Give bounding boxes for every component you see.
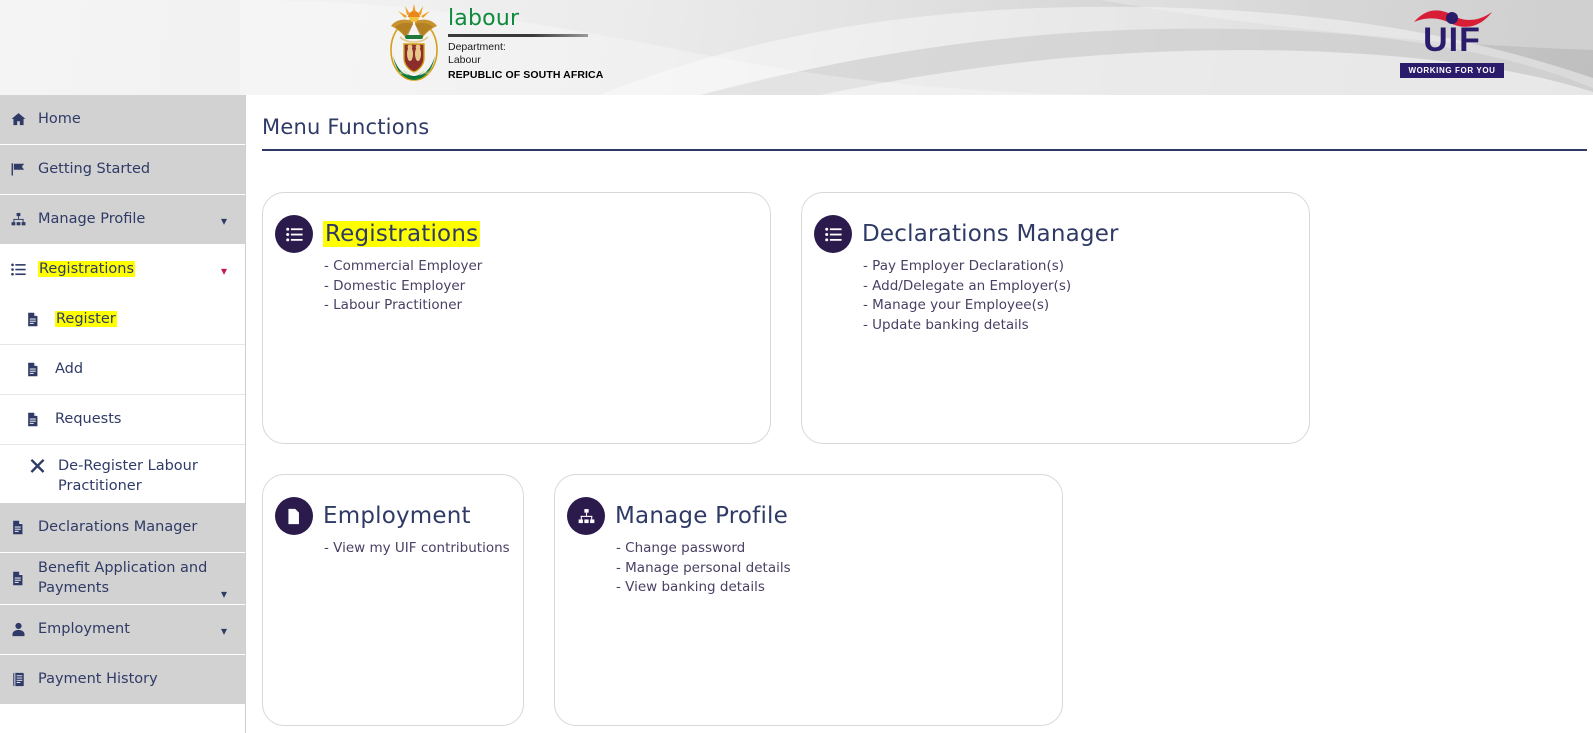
card-list-item[interactable]: - View my UIF contributions xyxy=(324,539,523,559)
sidebar-item-label: Manage Profile xyxy=(38,210,219,230)
menu-card[interactable]: Manage Profile - Change password- Manage … xyxy=(554,474,1063,726)
file-icon xyxy=(26,412,45,427)
menu-function-cards: Registrations - Commercial Employer- Dome… xyxy=(262,151,1593,726)
sidebar-item-label: Registrations xyxy=(38,260,219,280)
labour-brand: !KE E:/XARRA//KE labour Department: Labo… xyxy=(386,2,603,82)
uif-wordmark-icon: UIF xyxy=(1400,6,1504,58)
chevron-down-icon[interactable]: ▾ xyxy=(221,625,227,637)
card-list-item[interactable]: - Add/Delegate an Employer(s) xyxy=(863,277,1309,297)
user-icon xyxy=(11,622,30,637)
sidebar-item-getting-started[interactable]: Getting Started xyxy=(0,145,245,195)
card-item-list: - Pay Employer Declaration(s)- Add/Deleg… xyxy=(863,257,1309,335)
svg-text:!KE E:/XARRA//KE: !KE E:/XARRA//KE xyxy=(398,71,430,75)
sidebar-item-payment-history[interactable]: Payment History xyxy=(0,655,245,705)
card-header: Declarations Manager xyxy=(802,215,1309,253)
labour-wordmark: labour xyxy=(448,8,603,30)
card-title: Registrations xyxy=(323,221,480,247)
file-icon xyxy=(26,362,45,377)
file-icon xyxy=(11,571,30,586)
sidebar-item-registrations[interactable]: Registrations▾ xyxy=(0,245,245,295)
card-header: Registrations xyxy=(263,215,770,253)
main-content: Menu Functions Registrations - Commercial… xyxy=(246,95,1593,733)
sidebar-item-declarations-manager[interactable]: Declarations Manager xyxy=(0,503,245,553)
uif-logo: UIF WORKING FOR YOU xyxy=(1400,6,1504,78)
menu-card[interactable]: Registrations - Commercial Employer- Dome… xyxy=(262,192,771,444)
list-ul-icon xyxy=(814,215,852,253)
page-title: Menu Functions xyxy=(262,95,1593,149)
sidebar-item-home[interactable]: Home xyxy=(0,95,245,145)
sidebar-item-requests[interactable]: Requests xyxy=(0,395,245,445)
book-icon xyxy=(11,672,30,687)
menu-card[interactable]: Declarations Manager - Pay Employer Decla… xyxy=(801,192,1310,444)
chevron-down-icon[interactable]: ▾ xyxy=(221,265,227,277)
menu-card[interactable]: Employment - View my UIF contributions xyxy=(262,474,524,726)
file-icon xyxy=(26,312,45,327)
sidebar-item-label: Benefit Application and Payments xyxy=(38,559,219,598)
card-list-item[interactable]: - Update banking details xyxy=(863,316,1309,336)
card-list-item[interactable]: - Domestic Employer xyxy=(324,277,770,297)
sidebar-item-employment[interactable]: Employment▾ xyxy=(0,605,245,655)
card-list-item[interactable]: - Manage personal details xyxy=(616,559,1062,579)
header-wave-decoration xyxy=(0,0,1593,95)
close-x-icon xyxy=(30,458,49,473)
card-list-item[interactable]: - View banking details xyxy=(616,578,1062,598)
card-title: Employment xyxy=(323,503,471,529)
sidebar-item-label: De-Register Labour Practitioner xyxy=(58,457,219,496)
uif-tagline: WORKING FOR YOU xyxy=(1400,63,1504,78)
sidebar-item-label: Employment xyxy=(38,620,219,640)
card-item-list: - Commercial Employer- Domestic Employer… xyxy=(324,257,770,316)
card-title: Manage Profile xyxy=(615,503,788,529)
card-list-item[interactable]: - Labour Practitioner xyxy=(324,296,770,316)
file-icon xyxy=(11,520,30,535)
sidebar-item-label: Home xyxy=(38,110,219,130)
sidebar-item-label: Payment History xyxy=(38,670,219,690)
brand-divider xyxy=(448,34,588,37)
chevron-down-icon[interactable]: ▾ xyxy=(221,588,227,600)
card-list-item[interactable]: - Commercial Employer xyxy=(324,257,770,277)
sidebar-item-label: Requests xyxy=(55,410,219,430)
sidebar-item-add[interactable]: Add xyxy=(0,345,245,395)
home-icon xyxy=(11,112,30,127)
sidebar-navigation[interactable]: HomeGetting StartedManage Profile▾Regist… xyxy=(0,95,246,733)
svg-text:UIF: UIF xyxy=(1423,21,1481,58)
card-item-list: - Change password- Manage personal detai… xyxy=(616,539,1062,598)
sidebar-item-manage-profile[interactable]: Manage Profile▾ xyxy=(0,195,245,245)
card-header: Manage Profile xyxy=(555,497,1062,535)
sidebar-item-register[interactable]: Register xyxy=(0,295,245,345)
list-ul-icon xyxy=(275,215,313,253)
department-line-2: Labour xyxy=(448,54,603,67)
sa-coat-of-arms-icon: !KE E:/XARRA//KE xyxy=(386,2,442,82)
sidebar-item-de-register-labour-practitioner[interactable]: De-Register Labour Practitioner xyxy=(0,445,245,503)
card-list-item[interactable]: - Pay Employer Declaration(s) xyxy=(863,257,1309,277)
file-icon xyxy=(275,497,313,535)
card-header: Employment xyxy=(263,497,523,535)
sidebar-item-benefit-application-and-payments[interactable]: Benefit Application and Payments▾ xyxy=(0,553,245,605)
sidebar-item-label: Register xyxy=(55,310,219,330)
sitemap-icon xyxy=(11,212,30,227)
sidebar-item-label: Getting Started xyxy=(38,160,219,180)
list-ul-icon xyxy=(11,262,30,277)
department-line-1: Department: xyxy=(448,41,603,54)
sitemap-icon xyxy=(567,497,605,535)
chevron-down-icon[interactable]: ▾ xyxy=(221,215,227,227)
sidebar-item-label: Add xyxy=(55,360,219,380)
card-list-item[interactable]: - Change password xyxy=(616,539,1062,559)
card-list-item[interactable]: - Manage your Employee(s) xyxy=(863,296,1309,316)
card-title: Declarations Manager xyxy=(862,221,1119,247)
card-item-list: - View my UIF contributions xyxy=(324,539,523,559)
site-header: !KE E:/XARRA//KE labour Department: Labo… xyxy=(0,0,1593,95)
flag-icon xyxy=(11,162,30,177)
republic-line: REPUBLIC OF SOUTH AFRICA xyxy=(448,69,603,81)
sidebar-item-label: Declarations Manager xyxy=(38,518,219,538)
